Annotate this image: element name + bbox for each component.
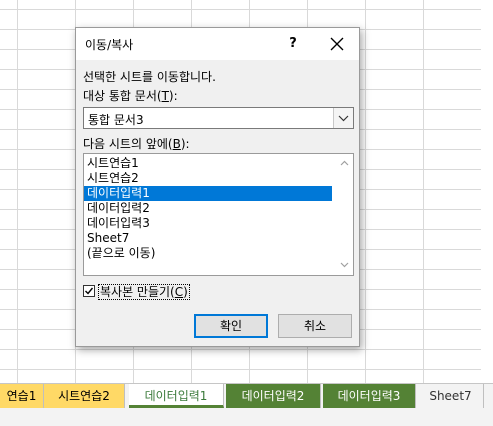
close-button[interactable] xyxy=(328,35,346,53)
cancel-button[interactable]: 취소 xyxy=(278,314,352,338)
grid-edge xyxy=(481,0,493,425)
dialog-title: 이동/복사 xyxy=(85,38,134,52)
close-icon xyxy=(330,37,344,51)
create-copy-label[interactable]: 복사본 만들기(C) xyxy=(98,284,190,300)
to-book-accesskey: T xyxy=(161,89,169,103)
dialog-titlebar: 이동/복사 ? xyxy=(76,28,359,60)
sheet-tab-6[interactable]: Sheet7 xyxy=(418,384,484,408)
list-item[interactable]: 시트연습1 xyxy=(84,156,332,171)
list-item[interactable]: 시트연습2 xyxy=(84,171,332,186)
scroll-down-icon[interactable] xyxy=(336,258,353,272)
to-book-dropdown[interactable]: 통합 문서3 xyxy=(83,107,354,129)
sheet-tab-5[interactable]: 데이터입력3 xyxy=(323,384,416,408)
to-book-value: 통합 문서3 xyxy=(88,113,144,127)
list-item[interactable]: Sheet7 xyxy=(84,231,332,246)
listbox-scrollbar[interactable] xyxy=(336,154,353,275)
sheet-tab-bar: 연습1 시트연습2 데이터입력1 데이터입력2 데이터입력3 Sheet7 xyxy=(0,383,493,426)
help-button[interactable]: ? xyxy=(285,34,301,54)
sheet-tab-1[interactable]: 연습1 xyxy=(0,384,44,408)
to-book-label: 대상 통합 문서(T): xyxy=(83,87,178,104)
list-item[interactable]: 데이터입력2 xyxy=(84,201,332,216)
to-book-label-end: ): xyxy=(168,89,178,103)
before-sheet-label-end: ): xyxy=(180,137,190,151)
list-item[interactable]: 데이터입력3 xyxy=(84,216,332,231)
sheet-tab-4[interactable]: 데이터입력2 xyxy=(226,384,321,408)
checkmark-icon xyxy=(85,287,94,295)
dropdown-button[interactable] xyxy=(333,108,353,128)
before-sheet-accesskey: B xyxy=(172,137,181,151)
create-copy-label-end: ) xyxy=(183,285,188,299)
before-sheet-label-text: 다음 시트의 앞에( xyxy=(83,137,173,151)
create-copy-label-text: 복사본 만들기( xyxy=(100,285,175,299)
list-item[interactable]: (끝으로 이동) xyxy=(84,246,332,261)
before-sheet-label: 다음 시트의 앞에(B): xyxy=(83,135,190,152)
move-copy-dialog: 이동/복사 ? 선택한 시트를 이동합니다. 대상 통합 문서(T): 통합 문… xyxy=(75,27,360,347)
sheet-listbox[interactable]: 시트연습1 시트연습2 데이터입력1 데이터입력2 데이터입력3 Sheet7 … xyxy=(83,153,354,276)
sheet-tab-2[interactable]: 시트연습2 xyxy=(44,384,125,408)
list-item-selected[interactable]: 데이터입력1 xyxy=(84,186,332,201)
create-copy-accesskey: C xyxy=(174,285,184,299)
dialog-prompt: 선택한 시트를 이동합니다. xyxy=(83,70,216,84)
to-book-label-text: 대상 통합 문서( xyxy=(83,89,162,103)
chevron-down-icon xyxy=(338,115,349,122)
ok-button[interactable]: 확인 xyxy=(194,314,268,338)
create-copy-checkbox[interactable] xyxy=(83,285,95,297)
sheet-tab-3[interactable]: 데이터입력1 xyxy=(129,384,224,408)
scroll-up-icon[interactable] xyxy=(336,156,353,170)
